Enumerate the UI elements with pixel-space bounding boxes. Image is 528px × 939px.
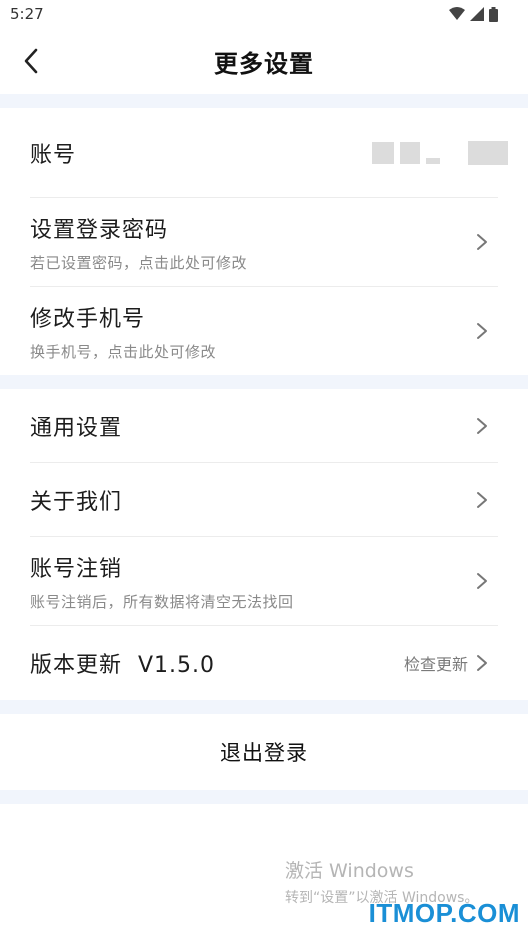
general-settings-title: 通用设置 <box>30 415 123 441</box>
general-section: 通用设置 关于我们 账号注销 账号注销后，所有数据将清空无法找回 版本更新 V1… <box>0 389 528 700</box>
general-settings-row[interactable]: 通用设置 <box>30 389 498 463</box>
version-update-row[interactable]: 版本更新 V1.5.0 检查更新 <box>30 626 498 700</box>
battery-icon <box>489 6 498 22</box>
section-divider <box>0 375 528 389</box>
section-divider <box>0 94 528 108</box>
version-update-title: 版本更新 V1.5.0 <box>30 653 216 678</box>
about-us-row[interactable]: 关于我们 <box>30 463 498 537</box>
change-phone-title: 修改手机号 <box>30 306 146 332</box>
change-phone-row[interactable]: 修改手机号 换手机号，点击此处可修改 <box>30 287 498 375</box>
status-icons <box>449 6 498 22</box>
brand-watermark: ITMOP.COM <box>368 898 520 928</box>
set-password-subtitle: 若已设置密码，点击此处可修改 <box>30 253 248 272</box>
status-time: 5:27 <box>10 5 44 23</box>
account-section: 账号 设置登录密码 若已设置密码，点击此处可修改 修改手机号 换手机号，点击此处… <box>0 108 528 375</box>
chevron-right-icon <box>477 573 487 589</box>
section-divider <box>0 700 528 714</box>
status-bar: 5:27 <box>0 0 528 28</box>
back-button[interactable] <box>16 45 46 77</box>
back-arrow-icon <box>24 48 38 74</box>
chevron-right-icon <box>477 417 487 434</box>
set-password-title: 设置登录密码 <box>30 217 169 243</box>
chevron-right-icon <box>477 234 487 250</box>
masked-account-value <box>372 140 508 165</box>
cancel-account-row[interactable]: 账号注销 账号注销后，所有数据将清空无法找回 <box>30 537 498 626</box>
navigation-bar: 更多设置 <box>0 28 528 94</box>
wifi-icon <box>449 7 465 20</box>
set-password-row[interactable]: 设置登录密码 若已设置密码，点击此处可修改 <box>30 198 498 287</box>
page-title: 更多设置 <box>214 49 314 78</box>
signal-icon <box>470 7 484 21</box>
check-update-link[interactable]: 检查更新 <box>404 651 468 675</box>
section-divider <box>0 790 528 804</box>
chevron-right-icon <box>477 655 487 671</box>
chevron-right-icon <box>477 323 487 339</box>
change-phone-subtitle: 换手机号，点击此处可修改 <box>30 342 217 361</box>
watermark-line-1: 激活 Windows <box>285 860 414 882</box>
account-label: 账号 <box>30 142 77 168</box>
chevron-right-icon <box>477 491 487 508</box>
cancel-account-title: 账号注销 <box>30 556 123 582</box>
logout-button[interactable]: 退出登录 <box>0 714 528 790</box>
about-us-title: 关于我们 <box>30 489 123 515</box>
cancel-account-subtitle: 账号注销后，所有数据将清空无法找回 <box>30 592 294 611</box>
account-row: 账号 <box>30 108 508 198</box>
